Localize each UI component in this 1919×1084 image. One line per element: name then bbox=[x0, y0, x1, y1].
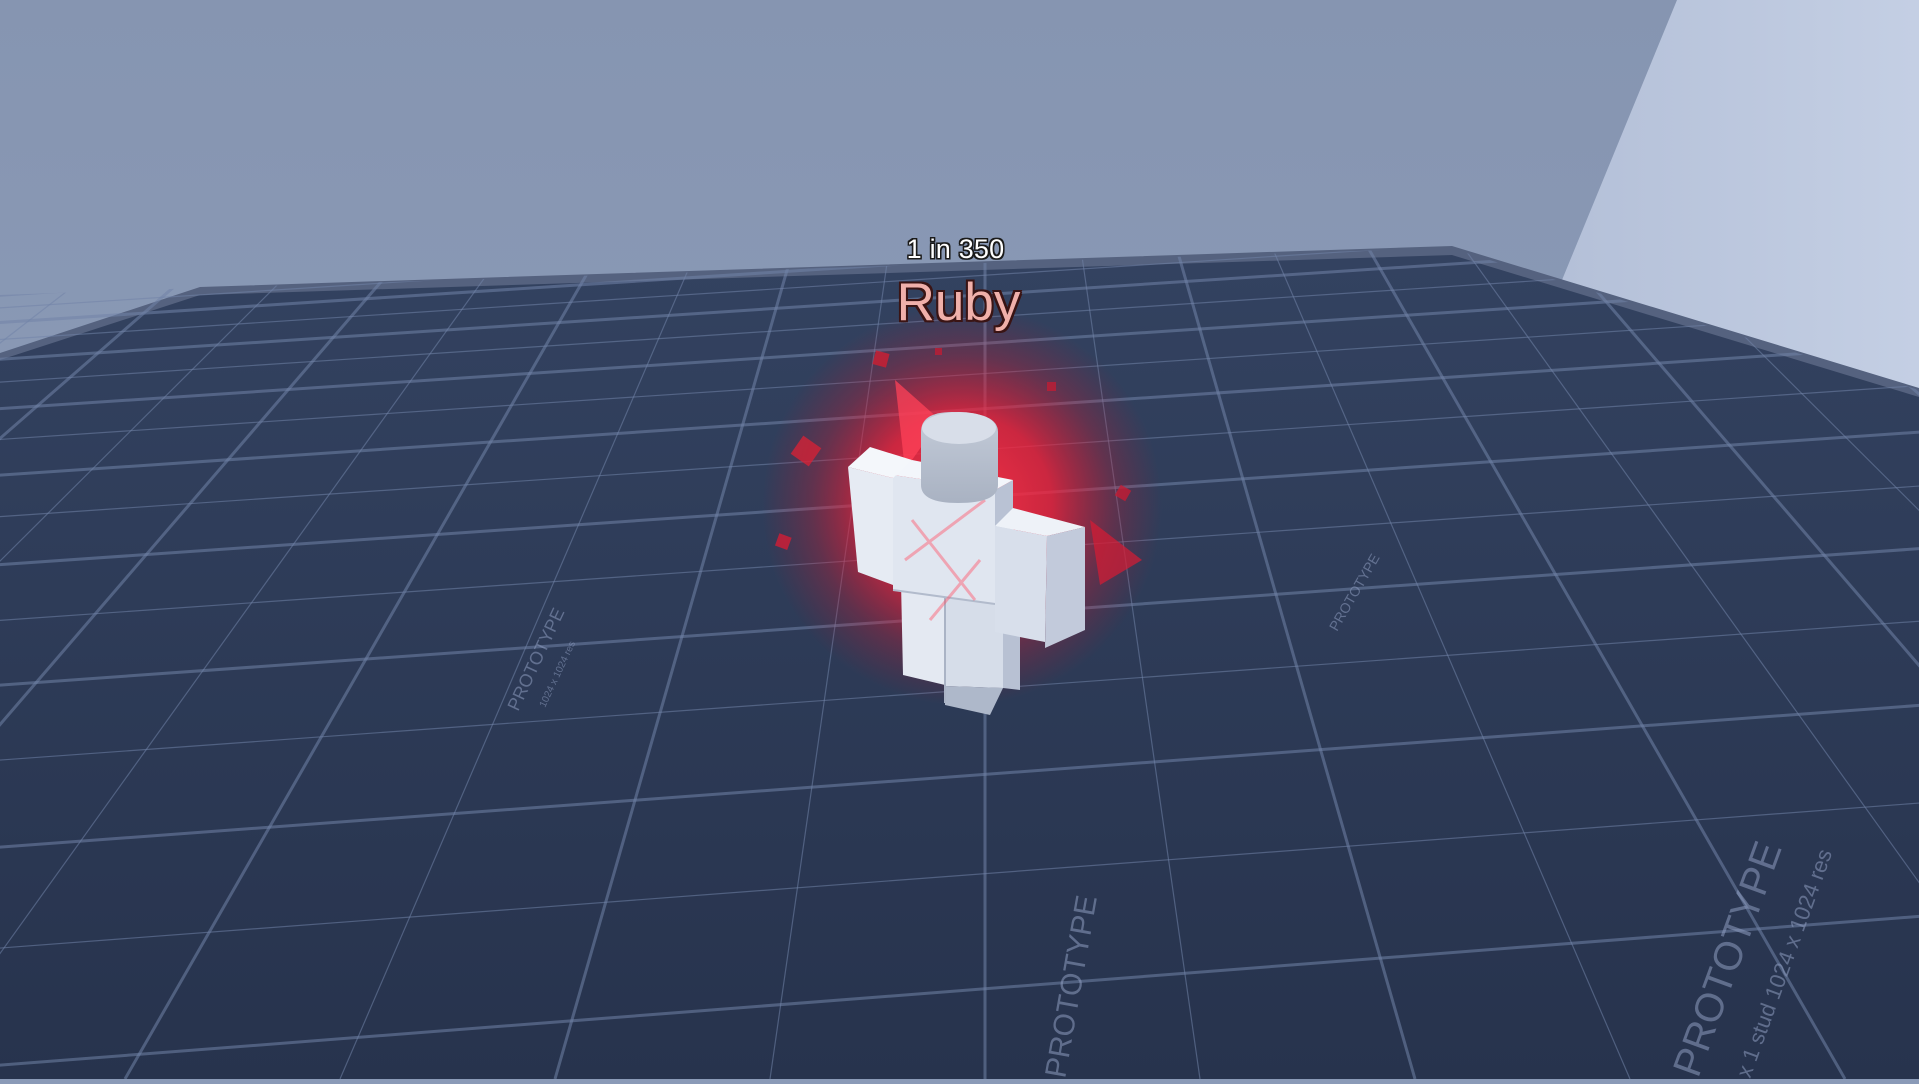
game-viewport[interactable]: PROTOTYPE x 1 stud 1024 x 1024 res PROTO… bbox=[0, 0, 1919, 1082]
3d-scene: PROTOTYPE x 1 stud 1024 x 1024 res PROTO… bbox=[0, 0, 1919, 1082]
